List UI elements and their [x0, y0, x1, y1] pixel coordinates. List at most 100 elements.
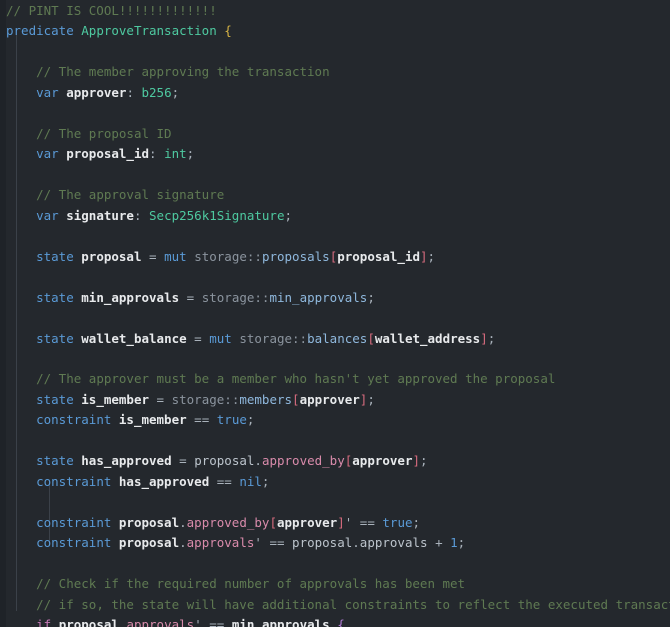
code-line-15: state min_approvals = storage::min_appro…	[6, 288, 670, 308]
keyword-var: var	[36, 146, 59, 162]
keyword-var: var	[36, 84, 59, 100]
code-line-26: constraint proposal.approved_by[approver…	[6, 513, 670, 533]
code-line-27: constraint proposal.approvals' == propos…	[6, 533, 670, 553]
keyword-constraint: constraint	[36, 514, 112, 530]
code-line-23: state has_approved = proposal.approved_b…	[6, 451, 670, 471]
storage-field: min_approvals	[269, 289, 368, 305]
ref-name: has_approved	[118, 473, 210, 489]
path-separator: ::	[254, 289, 270, 305]
semicolon: ;	[487, 330, 496, 346]
path-separator: ::	[292, 330, 308, 346]
colon: :	[149, 146, 157, 162]
code-line-22-blank	[6, 431, 670, 451]
literal-nil: nil	[239, 473, 262, 489]
bracket-open: [	[269, 514, 277, 530]
keyword-state: state	[36, 391, 74, 407]
keyword-constraint: constraint	[36, 412, 112, 428]
code-line-11: var signature: Secp256k1Signature;	[6, 206, 670, 226]
ref-name: proposal	[194, 453, 255, 469]
code-line-30: // if so, the state will have additional…	[6, 595, 670, 615]
comment-token: // if so, the state will have additional…	[36, 596, 670, 612]
decl-name: wallet_balance	[81, 330, 187, 346]
next-state-tick: '	[194, 617, 202, 627]
colon: :	[126, 84, 134, 100]
keyword-state: state	[36, 248, 74, 264]
comment-token: // PINT IS COOL!!!!!!!!!!!!!	[6, 3, 217, 18]
bracket-open: [	[367, 330, 375, 346]
namespace-storage: storage	[194, 248, 247, 264]
code-line-31: if proposal.approvals' == min_approvals …	[6, 615, 670, 627]
type-token: b256	[141, 84, 172, 100]
bracket-open: [	[292, 391, 300, 407]
namespace-storage: storage	[171, 391, 225, 407]
semicolon: ;	[171, 84, 180, 100]
code-editor[interactable]: // PINT IS COOL!!!!!!!!!!!!! predicate Ap…	[0, 0, 670, 627]
ref-name: is_member	[118, 412, 187, 428]
dot-op: .	[254, 453, 262, 469]
equality-op: ==	[359, 514, 375, 530]
code-line-3-blank	[6, 42, 670, 62]
keyword-state: state	[36, 289, 74, 305]
code-line-7: // The proposal ID	[6, 124, 670, 144]
semicolon: ;	[457, 535, 466, 551]
comment-token: // The approval signature	[36, 187, 225, 203]
code-line-20: state is_member = storage::members[appro…	[6, 390, 670, 410]
property-name: approvals	[359, 535, 428, 551]
assign-op: =	[194, 330, 202, 346]
decl-name: approver	[66, 84, 127, 100]
semicolon: ;	[412, 514, 421, 530]
equality-op: ==	[194, 412, 210, 428]
code-line-17: state wallet_balance = mut storage::bala…	[6, 329, 670, 349]
next-state-tick: '	[254, 535, 262, 551]
index-expr: approver	[276, 514, 338, 530]
code-line-4: // The member approving the transaction	[6, 62, 670, 82]
bracket-close: ]	[420, 248, 428, 264]
code-line-12-blank	[6, 226, 670, 246]
path-separator: ::	[246, 248, 262, 264]
namespace-storage: storage	[201, 289, 255, 305]
semicolon: ;	[261, 473, 270, 489]
property-name: approvals	[126, 617, 195, 627]
comment-token: // The member approving the transaction	[36, 64, 330, 80]
keyword-if: if	[36, 617, 52, 627]
bracket-close: ]	[337, 514, 345, 530]
property-name: approvals	[186, 535, 255, 551]
comment-token: // The approver must be a member who has…	[36, 371, 556, 387]
equality-op: ==	[269, 535, 285, 551]
equality-op: ==	[209, 617, 225, 627]
semicolon: ;	[420, 453, 428, 469]
literal-true: true	[382, 514, 413, 530]
code-line-14-blank	[6, 267, 670, 287]
code-content[interactable]: // PINT IS COOL!!!!!!!!!!!!! predicate Ap…	[6, 1, 670, 627]
keyword-mut: mut	[164, 248, 187, 264]
ref-name: proposal	[118, 535, 180, 551]
semicolon: ;	[427, 248, 436, 264]
brace-open-outer: {	[224, 23, 232, 39]
assign-op: =	[186, 289, 195, 305]
comment-token: // The proposal ID	[36, 125, 172, 141]
brace-open-inner: {	[337, 617, 345, 627]
index-expr: approver	[352, 453, 413, 469]
plus-op: +	[435, 535, 443, 551]
ref-name: proposal	[118, 514, 180, 530]
ref-name: proposal	[58, 617, 119, 627]
storage-field: members	[239, 391, 293, 407]
semicolon: ;	[284, 207, 293, 223]
code-line-18-blank	[6, 349, 670, 369]
decl-name: proposal_id	[66, 146, 150, 162]
comment-token: // Check if the required number of appro…	[36, 576, 466, 592]
decl-name: has_approved	[81, 453, 172, 469]
code-line-21: constraint is_member == true;	[6, 410, 670, 430]
keyword-state: state	[36, 453, 74, 469]
assign-op: =	[156, 391, 165, 407]
code-line-24: constraint has_approved == nil;	[6, 472, 670, 492]
dot-op: .	[352, 535, 360, 551]
semicolon: ;	[367, 289, 375, 305]
semicolon: ;	[246, 412, 255, 428]
dot-op: .	[179, 514, 187, 530]
index-expr: wallet_address	[374, 330, 481, 346]
colon: :	[133, 207, 142, 223]
keyword-state: state	[36, 330, 74, 346]
keyword-predicate: predicate	[6, 23, 74, 39]
code-line-10: // The approval signature	[6, 185, 670, 205]
